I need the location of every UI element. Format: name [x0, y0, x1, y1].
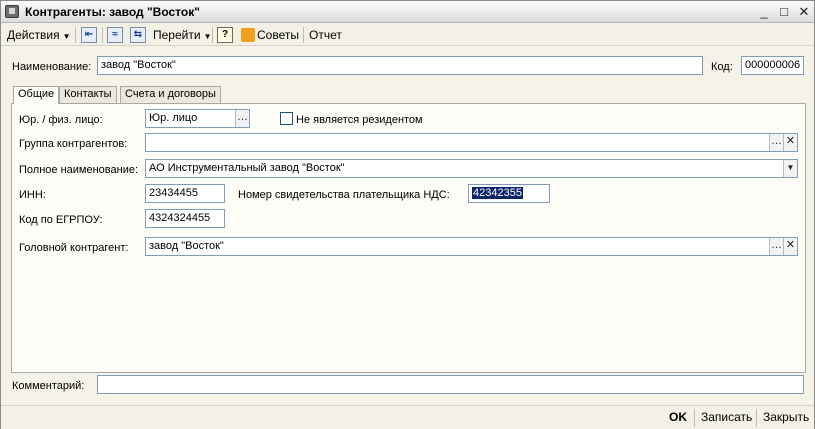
full-name-field[interactable]: АО Инструментальный завод "Восток" ▼ [145, 159, 798, 178]
edrpou-label: Код по ЕГРПОУ: [19, 214, 103, 226]
name-field[interactable]: завод "Восток" [97, 56, 703, 75]
close-button[interactable]: Закрыть [763, 410, 809, 424]
inn-label: ИНН: [19, 189, 46, 201]
inn-field[interactable]: 23434455 [145, 184, 225, 203]
group-field[interactable]: … ✕ [145, 133, 798, 152]
counterparty-window: Контрагенты: завод "Восток" _ □ ✕ Действ… [0, 0, 815, 429]
vat-cert-value: 42342355 [472, 187, 523, 199]
minimize-button[interactable]: _ [756, 4, 772, 20]
group-label: Группа контрагентов: [19, 138, 128, 150]
code-field[interactable]: 000000006 [741, 56, 804, 75]
actions-menu-button[interactable]: Действия ▼ [7, 27, 71, 43]
code-label: Код: [711, 61, 733, 73]
select-entity-type-button[interactable]: … [235, 110, 249, 127]
toolbar-separator [303, 27, 304, 43]
vat-cert-label: Номер свидетельства плательщика НДС: [238, 189, 450, 201]
clear-parent-button[interactable]: ✕ [783, 238, 797, 255]
clear-group-button[interactable]: ✕ [783, 134, 797, 151]
structure-icon[interactable]: ≈ [107, 27, 123, 43]
title-bar: Контрагенты: завод "Восток" _ □ ✕ [1, 1, 814, 23]
tabs-container: Общие Контакты Счета и договоры Юр. / фи… [11, 86, 806, 373]
button-separator [694, 409, 695, 427]
maximize-button[interactable]: □ [776, 4, 792, 20]
save-button[interactable]: Записать [701, 410, 752, 424]
tab-general[interactable]: Общие [13, 86, 60, 104]
general-tab-panel: Юр. / физ. лицо: Юр. лицо … Не является … [11, 103, 806, 373]
swap-icon[interactable]: ⇆ [130, 27, 146, 43]
parent-label: Головной контрагент: [19, 242, 129, 254]
actions-label: Действия [7, 28, 60, 42]
parent-value: завод "Восток" [149, 240, 224, 252]
comment-field[interactable] [97, 375, 804, 394]
non-resident-checkbox[interactable] [280, 112, 293, 125]
close-window-button[interactable]: ✕ [796, 4, 812, 20]
toolbar-separator [102, 27, 103, 43]
tips-label: Советы [257, 28, 299, 42]
toolbar-separator [212, 27, 213, 43]
arrow-back-icon[interactable]: ⇤ [81, 27, 97, 43]
report-button[interactable]: Отчет [309, 27, 342, 43]
non-resident-label: Не является резидентом [296, 114, 423, 126]
goto-label: Перейти [153, 28, 201, 42]
full-name-dropdown-icon[interactable]: ▼ [783, 160, 797, 177]
full-name-label: Полное наименование: [19, 164, 139, 176]
name-label: Наименование: [12, 61, 92, 73]
select-group-button[interactable]: … [769, 134, 783, 151]
tips-icon [241, 28, 255, 42]
parent-field[interactable]: завод "Восток" … ✕ [145, 237, 798, 256]
help-icon[interactable]: ? [217, 27, 233, 43]
edrpou-field[interactable]: 4324324455 [145, 209, 225, 228]
ok-button[interactable]: OK [669, 410, 687, 424]
app-icon [5, 5, 19, 18]
entity-type-field[interactable]: Юр. лицо … [145, 109, 250, 128]
button-separator [756, 409, 757, 427]
caret-down-icon: ▼ [62, 32, 71, 41]
entity-type-label: Юр. / физ. лицо: [19, 114, 103, 126]
toolbar-separator [75, 27, 76, 43]
entity-type-value: Юр. лицо [149, 112, 198, 124]
tips-button[interactable]: Советы [241, 27, 299, 43]
tab-accounts-contracts[interactable]: Счета и договоры [120, 86, 221, 103]
select-parent-button[interactable]: … [769, 238, 783, 255]
vat-cert-field[interactable]: 42342355 [468, 184, 550, 203]
bottom-button-bar: OK Записать Закрыть [1, 405, 814, 429]
toolbar: Действия ▼ ⇤ ≈ ⇆ Перейти ▼ ? Советы Отчет [1, 24, 814, 46]
comment-label: Комментарий: [12, 380, 85, 392]
tab-contacts[interactable]: Контакты [59, 86, 117, 103]
window-title: Контрагенты: завод "Восток" [25, 5, 200, 19]
caret-down-icon: ▼ [203, 32, 212, 41]
full-name-value: АО Инструментальный завод "Восток" [149, 162, 345, 174]
goto-menu-button[interactable]: Перейти ▼ [153, 27, 211, 43]
